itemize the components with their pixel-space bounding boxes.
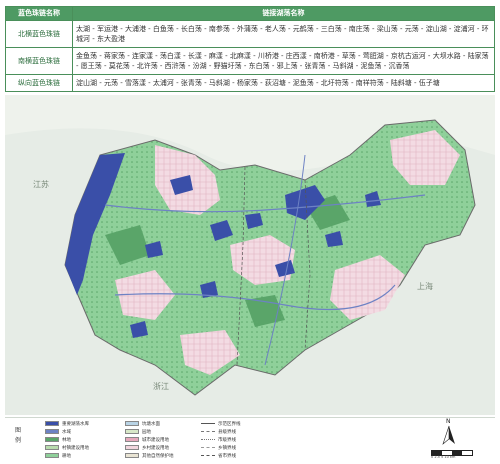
legend-item: 市级界线 — [201, 436, 236, 443]
map-canvas — [5, 95, 495, 415]
legend-item: 县级界线 — [201, 428, 236, 435]
north-arrow-icon — [442, 425, 455, 445]
legend-item: 示范区界线 — [201, 420, 241, 427]
legend-line — [201, 431, 215, 432]
map-label-zhejiang: 浙江 — [153, 382, 169, 391]
chain-name: 北横蓝色珠链 — [5, 19, 73, 48]
legend-swatch — [45, 429, 59, 434]
legend-item: 村镇建设用地 — [45, 444, 89, 451]
legend-swatch — [125, 445, 139, 450]
legend-swatch — [45, 453, 59, 458]
legend-swatch — [125, 421, 139, 426]
legend-swatch — [125, 437, 139, 442]
table-header-row: 蓝色珠链名称 链接湖荡名称 — [5, 6, 495, 21]
map-figure: 蓝色珠链名称 链接湖荡名称 北横蓝色珠链 太湖 - 军运港 - 大浦港 - 白鱼… — [0, 0, 500, 464]
map-label-shanghai: 上海 — [417, 282, 433, 291]
table-row: 南横蓝色珠链 金鱼荡 - 蒋家荡 - 连家漾 - 荡白漾 - 长漾 - 麻漾 -… — [5, 46, 495, 76]
legend-line — [201, 423, 215, 424]
legend-item: 其他自然保护地 — [125, 452, 174, 459]
legend-line — [201, 447, 215, 448]
legend-swatch — [125, 453, 139, 458]
legend-item: 坑塘水面 — [125, 420, 160, 427]
table-row: 纵向蓝色珠链 淀山湖 - 元荡 - 雪落漾 - 太浦河 - 张青荡 - 马斜湖 … — [5, 74, 495, 92]
chain-name: 纵向蓝色珠链 — [5, 74, 73, 92]
legend-item: 城市建设用地 — [125, 436, 169, 443]
blue-chain-table: 蓝色珠链名称 链接湖荡名称 北横蓝色珠链 太湖 - 军运港 - 大浦港 - 白鱼… — [5, 6, 495, 92]
legend-swatch — [45, 437, 59, 442]
legend-title: 图例 — [15, 427, 22, 444]
land-use-map: 江苏 上海 浙江 — [5, 95, 495, 415]
map-legend: 图例 重要湖荡水库 水域 林地 村镇建设用地 耕地 坑塘水面 园地 城市建设用地… — [5, 417, 495, 462]
legend-item: 水域 — [45, 428, 71, 435]
table-row: 北横蓝色珠链 太湖 - 军运港 - 大浦港 - 白鱼荡 - 长白荡 - 南参荡 … — [5, 19, 495, 48]
legend-line — [201, 455, 215, 456]
chain-lakes: 淀山湖 - 元荡 - 雪落漾 - 太浦河 - 张青荡 - 马斜湖 - 杨家荡 -… — [72, 74, 495, 92]
map-label-jiangsu: 江苏 — [33, 180, 49, 189]
legend-item: 林地 — [45, 436, 71, 443]
legend-item: 耕地 — [45, 452, 71, 459]
header-chain-name: 蓝色珠链名称 — [5, 6, 73, 21]
legend-swatch — [45, 421, 59, 426]
chain-name: 南横蓝色珠链 — [5, 46, 73, 76]
legend-item: 省市界线 — [201, 452, 236, 459]
scale-label: 0 2.5 5 10 km — [431, 455, 456, 459]
legend-item: 乡镇界线 — [201, 444, 236, 451]
legend-swatch — [45, 445, 59, 450]
legend-line — [201, 439, 215, 440]
legend-item: 乡村建设用地 — [125, 444, 169, 451]
legend-item: 重要湖荡水库 — [45, 420, 89, 427]
legend-swatch — [125, 429, 139, 434]
chain-lakes: 太湖 - 军运港 - 大浦港 - 白鱼荡 - 长白荡 - 南参荡 - 外蒲荡 -… — [72, 19, 495, 48]
header-lake-names: 链接湖荡名称 — [72, 6, 495, 21]
chain-lakes: 金鱼荡 - 蒋家荡 - 连家漾 - 荡白漾 - 长漾 - 麻漾 - 北麻漾 - … — [72, 46, 495, 76]
legend-item: 园地 — [125, 428, 151, 435]
